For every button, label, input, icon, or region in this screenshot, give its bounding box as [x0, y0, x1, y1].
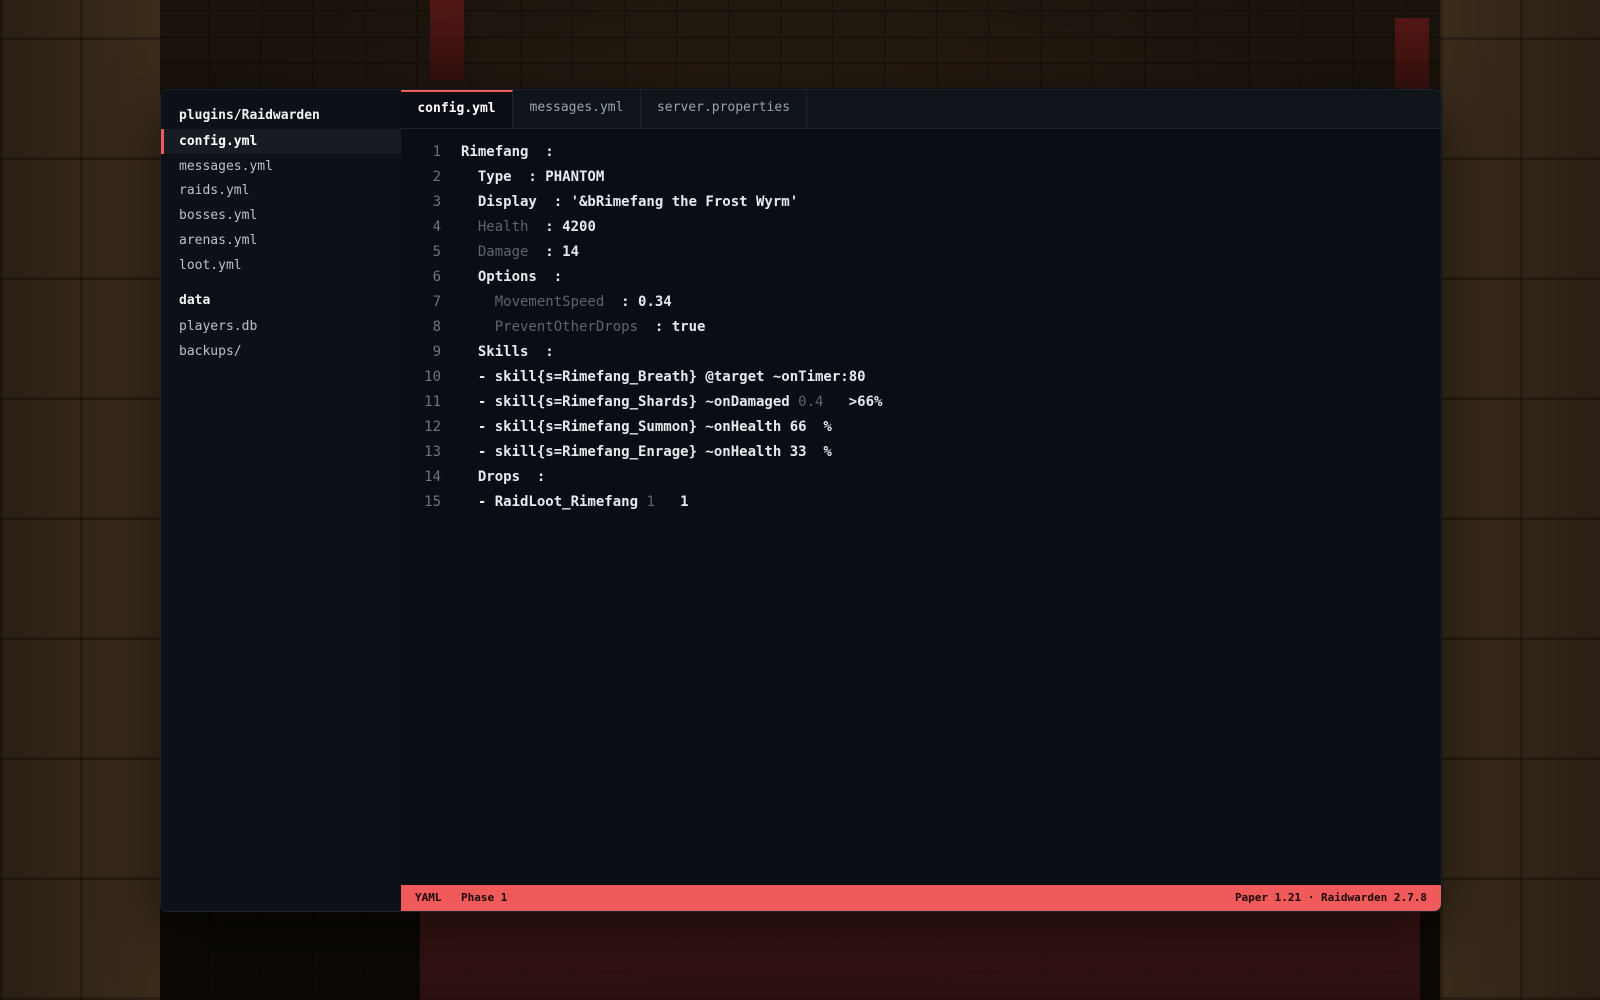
code-token: Rimefang : — [461, 144, 554, 160]
file-raids-yml[interactable]: raids.yml — [161, 178, 401, 203]
line-text: Display : '&bRimefang the Frost Wyrm' — [461, 190, 798, 215]
file-players-db[interactable]: players.db — [161, 314, 401, 339]
status-version: Paper 1.21 · Raidwarden 2.7.8 — [1234, 891, 1427, 904]
line-text: - skill{s=Rimefang_Enrage} ~onHealth 33 … — [461, 440, 832, 465]
line-number: 15 — [424, 494, 441, 510]
tab-config-yml[interactable]: config.yml — [401, 90, 513, 128]
background-wall-left — [0, 0, 160, 1000]
code-token: - skill{s=Rimefang_Breath} @target ~onTi… — [461, 369, 866, 385]
code-token: - skill{s=Rimefang_Enrage} ~onHealth 33 … — [461, 444, 832, 460]
code-token: >66% — [823, 394, 883, 410]
code-token: PreventOtherDrops — [461, 319, 655, 335]
line-number: 5 — [432, 244, 441, 260]
editor-window: plugins/Raidwarden config.yml messages.y… — [160, 89, 1442, 912]
line-text: PreventOtherDrops : true — [461, 315, 706, 340]
tab-messages-yml[interactable]: messages.yml — [513, 90, 641, 128]
folder-backups[interactable]: backups/ — [161, 339, 401, 364]
status-phase: Phase 1 — [461, 891, 508, 904]
line-text: - skill{s=Rimefang_Breath} @target ~onTi… — [461, 365, 866, 390]
line-number: 14 — [424, 469, 441, 485]
line-text: MovementSpeed : 0.34 — [461, 290, 672, 315]
file-explorer: plugins/Raidwarden config.yml messages.y… — [161, 90, 402, 911]
file-loot-yml[interactable]: loot.yml — [161, 253, 401, 278]
background-banner — [1395, 18, 1429, 98]
code-token: Display : '&bRimefang the Frost Wyrm' — [461, 194, 799, 210]
code-token: : 14 — [545, 244, 580, 260]
code-token: - RaidLoot_Rimefang — [461, 494, 647, 510]
line-text: Health : 4200 — [461, 215, 596, 240]
line-number: 2 — [432, 169, 441, 185]
line-number: 10 — [424, 369, 441, 385]
code-token: - skill{s=Rimefang_Summon} ~onHealth 66 … — [461, 419, 832, 435]
line-text: Rimefang : — [461, 140, 554, 165]
line-text: Options : — [461, 265, 562, 290]
status-bar: YAML Phase 1 Paper 1.21 · Raidwarden 2.7… — [401, 885, 1441, 911]
folder-title: data — [179, 293, 211, 308]
line-number: 11 — [424, 394, 441, 410]
code-token: : true — [654, 319, 706, 335]
line-number: 7 — [432, 294, 441, 310]
code-token: 1 — [646, 494, 655, 510]
background-wall-right — [1440, 0, 1600, 1000]
line-text: Skills : — [461, 340, 554, 365]
background-banner — [430, 0, 464, 80]
folder-title: plugins/Raidwarden — [179, 108, 320, 123]
file-config-yml[interactable]: config.yml — [161, 129, 401, 154]
line-text: Type : PHANTOM — [461, 165, 604, 190]
code-token: Damage — [461, 244, 546, 260]
line-number: 3 — [432, 194, 441, 210]
line-text: Damage : 14 — [461, 240, 579, 265]
code-token: : 4200 — [545, 219, 596, 235]
line-number: 12 — [424, 419, 441, 435]
tab-server-properties[interactable]: server.properties — [641, 90, 807, 128]
file-messages-yml[interactable]: messages.yml — [161, 154, 401, 179]
line-number: 6 — [432, 269, 441, 285]
line-number: 4 — [432, 219, 441, 235]
code-token: Drops : — [461, 469, 546, 485]
line-text: Drops : — [461, 465, 545, 490]
code-token: Type : PHANTOM — [461, 169, 605, 185]
code-token: Options : — [461, 269, 563, 285]
code-token: Health — [461, 219, 546, 235]
background-carpet — [420, 905, 1420, 1000]
line-text: - skill{s=Rimefang_Shards} ~onDamaged 0.… — [461, 390, 883, 415]
line-number: 9 — [432, 344, 441, 360]
tab-bar: config.yml messages.yml server.propertie… — [401, 90, 1441, 129]
code-token: 0.4 — [798, 394, 824, 410]
code-token: - skill{s=Rimefang_Shards} ~onDamaged — [461, 394, 799, 410]
code-token: Skills : — [461, 344, 554, 360]
code-editor: config.yml messages.yml server.propertie… — [401, 90, 1441, 911]
code-token: MovementSpeed — [461, 294, 622, 310]
line-number: 8 — [432, 319, 441, 335]
file-bosses-yml[interactable]: bosses.yml — [161, 203, 401, 228]
line-text: - skill{s=Rimefang_Summon} ~onHealth 66 … — [461, 415, 832, 440]
code-token: 1 — [654, 494, 689, 510]
line-number: 13 — [424, 444, 441, 460]
line-number: 1 — [432, 144, 441, 160]
line-text: - RaidLoot_Rimefang 1 1 — [461, 490, 689, 515]
file-arenas-yml[interactable]: arenas.yml — [161, 228, 401, 253]
status-language[interactable]: YAML — [415, 885, 442, 911]
code-token: : 0.34 — [621, 294, 672, 310]
